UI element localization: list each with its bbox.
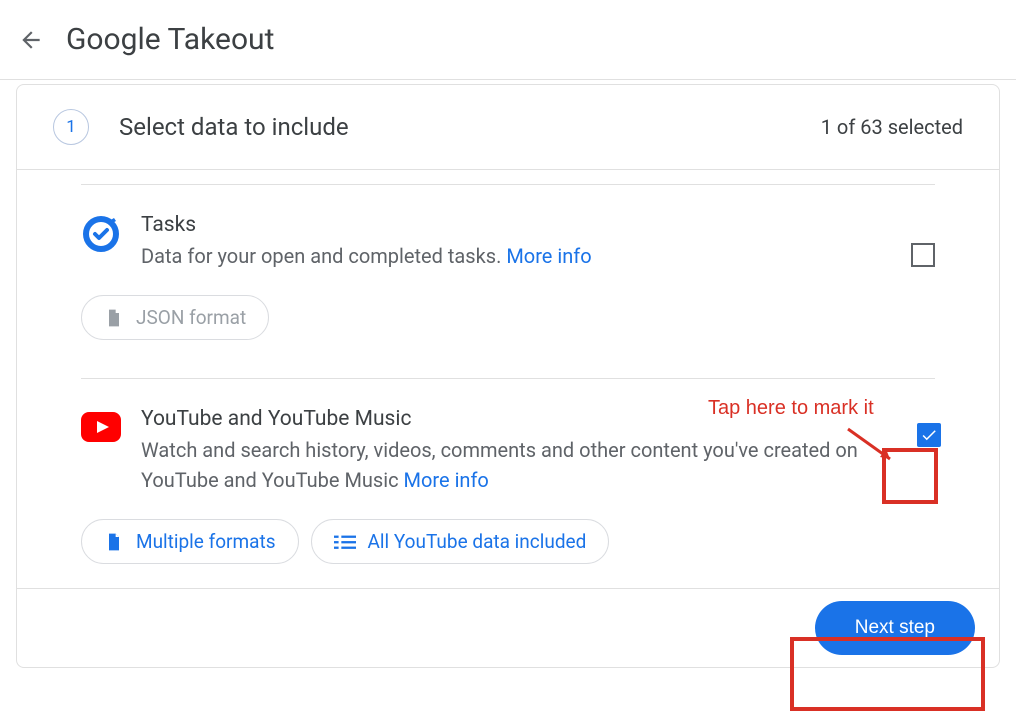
tasks-title: Tasks	[141, 213, 887, 237]
youtube-more-info-link[interactable]: More info	[404, 468, 489, 492]
selection-count: 1 of 63 selected	[821, 115, 963, 139]
youtube-data-chip[interactable]: All YouTube data included	[311, 519, 610, 564]
page-title: Google Takeout	[66, 22, 274, 57]
annotation-box-checkbox	[882, 448, 938, 504]
card-header: 1 Select data to include 1 of 63 selecte…	[17, 85, 999, 170]
youtube-icon	[81, 407, 121, 447]
tasks-icon	[81, 213, 121, 253]
tasks-checkbox[interactable]	[911, 243, 935, 267]
youtube-description: Watch and search history, videos, commen…	[141, 435, 887, 495]
annotation-text: Tap here to mark it	[708, 397, 874, 420]
topbar: Google Takeout	[0, 0, 1016, 80]
step-title: Select data to include	[119, 113, 349, 141]
youtube-checkbox[interactable]	[917, 423, 941, 447]
tasks-format-chip[interactable]: JSON format	[81, 295, 269, 340]
file-icon	[104, 532, 124, 552]
list-icon	[334, 533, 356, 551]
youtube-data-label: All YouTube data included	[368, 530, 587, 553]
tasks-more-info-link[interactable]: More info	[506, 244, 591, 268]
step-number-badge: 1	[53, 109, 89, 145]
file-icon	[104, 308, 124, 328]
tasks-description: Data for your open and completed tasks. …	[141, 241, 887, 271]
takeout-card: 1 Select data to include 1 of 63 selecte…	[16, 84, 1000, 668]
product-row-tasks: Tasks Data for your open and completed t…	[81, 185, 935, 364]
youtube-formats-chip[interactable]: Multiple formats	[81, 519, 299, 564]
annotation-box-next	[790, 637, 985, 711]
tasks-format-label: JSON format	[136, 306, 246, 329]
back-arrow-icon[interactable]	[18, 27, 44, 53]
youtube-formats-label: Multiple formats	[136, 530, 276, 553]
